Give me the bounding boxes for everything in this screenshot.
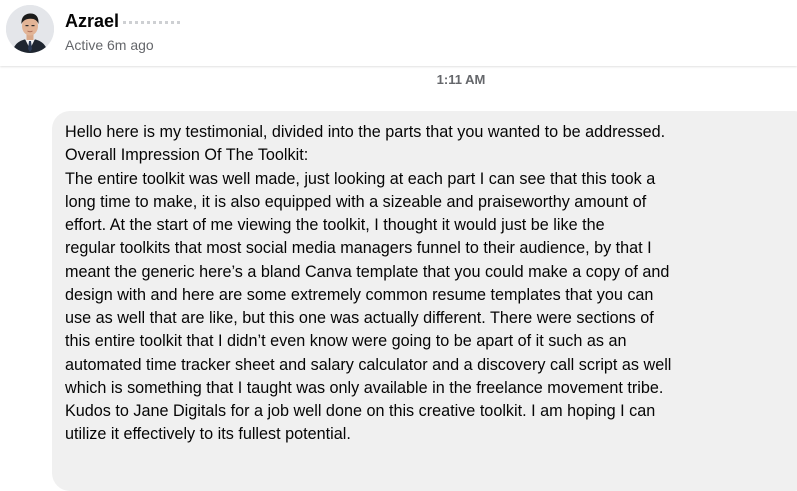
message-text: Hello here is my testimonial, divided in… bbox=[65, 121, 787, 447]
message-timestamp: 1:11 AM bbox=[436, 72, 486, 87]
message-line: which is something that I taught was onl… bbox=[65, 378, 664, 397]
active-status: Active 6m ago bbox=[65, 37, 154, 53]
message-line: automated time tracker sheet and salary … bbox=[65, 355, 672, 374]
message-line: Kudos to Jane Digitals for a job well do… bbox=[65, 402, 656, 420]
message-line: Hello here is my testimonial, divided in… bbox=[65, 123, 666, 141]
avatar[interactable] bbox=[6, 5, 54, 53]
message-line: Overall Impression Of The Toolkit: bbox=[65, 146, 309, 165]
message-line: meant the generic here’s a bland Canva t… bbox=[65, 262, 670, 281]
contact-name[interactable]: Azrael bbox=[65, 10, 119, 32]
message-line: regular toolkits that most social media … bbox=[65, 239, 652, 258]
message-line: The entire toolkit was well made, just l… bbox=[65, 169, 656, 188]
message-line: design with and here are some extremely … bbox=[65, 285, 654, 304]
conversation-header: Azrael Active 6m ago bbox=[0, 0, 797, 66]
profile-photo-icon bbox=[6, 5, 54, 53]
message-line: utilize it effectively to its fullest po… bbox=[65, 425, 351, 444]
message-line: effort. At the start of me viewing the t… bbox=[65, 216, 605, 234]
message-line: use as well that are like, but this one … bbox=[65, 309, 654, 327]
message-line: this entire toolkit that I didn’t even k… bbox=[65, 332, 627, 351]
message-line: long time to make, it is also equipped w… bbox=[65, 192, 647, 211]
redacted-surname bbox=[123, 15, 204, 29]
